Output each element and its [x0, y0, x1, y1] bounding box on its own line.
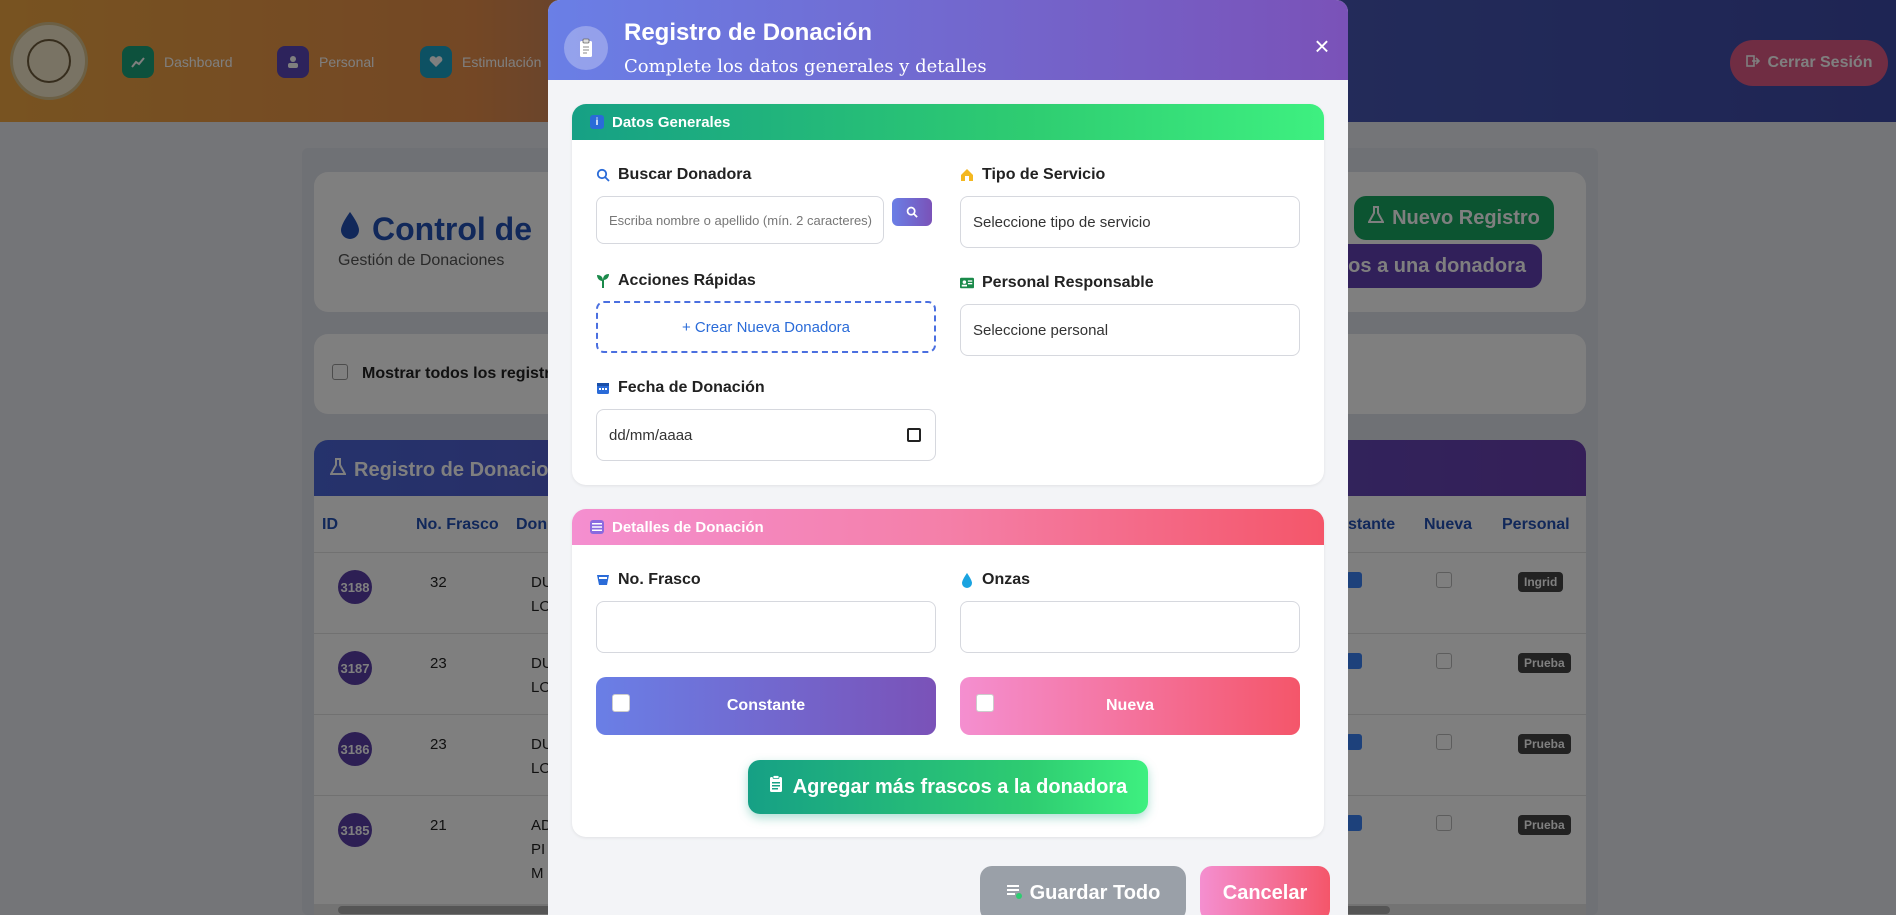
- modal-header: Registro de Donación Complete los datos …: [548, 0, 1348, 80]
- calendar-picker-icon[interactable]: [907, 428, 921, 442]
- staff-responsible-select[interactable]: Seleccione personal: [960, 304, 1300, 356]
- general-data-heading: i Datos Generales: [572, 104, 1324, 140]
- ounces-input[interactable]: [960, 601, 1300, 653]
- donation-date-label: Fecha de Donación: [596, 379, 765, 397]
- constant-checkbox[interactable]: [612, 694, 630, 712]
- drop-icon: [960, 573, 974, 588]
- calendar-icon: [596, 381, 610, 395]
- new-donor-label: Nueva: [1105, 697, 1155, 714]
- seedling-icon: [596, 274, 610, 288]
- bottle-icon: [596, 573, 610, 587]
- modal-title: Registro de Donación: [624, 19, 873, 46]
- new-donor-toggle[interactable]: Nueva: [960, 677, 1300, 735]
- modal-subtitle: Complete los datos generales y detalles: [624, 56, 987, 77]
- service-type-label: Tipo de Servicio: [960, 166, 1105, 184]
- donation-date-input[interactable]: dd/mm/aaaa: [596, 409, 936, 461]
- ounces-label: Onzas: [960, 571, 1030, 589]
- create-new-donor-button[interactable]: + Crear Nueva Donadora: [596, 301, 936, 353]
- constant-label: Constante: [726, 697, 806, 714]
- save-list-icon: [1006, 882, 1022, 905]
- close-icon[interactable]: ×: [1310, 33, 1334, 59]
- home-icon: [960, 168, 974, 182]
- cancel-button[interactable]: Cancelar: [1200, 866, 1330, 915]
- donation-details-heading: Detalles de Donación: [572, 509, 1324, 545]
- add-more-bottles-button[interactable]: Agregar más frascos a la donadora: [748, 760, 1148, 814]
- date-input-value: dd/mm/aaaa: [609, 426, 693, 444]
- search-donor-label: Buscar Donadora: [596, 166, 751, 184]
- id-card-icon: [960, 276, 974, 290]
- service-type-select[interactable]: Seleccione tipo de servicio: [960, 196, 1300, 248]
- search-button[interactable]: [892, 198, 932, 226]
- staff-responsible-label: Personal Responsable: [960, 274, 1154, 292]
- constant-toggle[interactable]: Constante: [596, 677, 936, 735]
- quick-actions-label: Acciones Rápidas: [596, 272, 756, 290]
- bottle-number-label: No. Frasco: [596, 571, 701, 589]
- clipboard-icon: [564, 26, 608, 70]
- bottle-number-input[interactable]: [596, 601, 936, 653]
- search-donor-input[interactable]: Escriba nombre o apellido (mín. 2 caract…: [596, 196, 884, 244]
- donation-modal: Registro de Donación Complete los datos …: [548, 0, 1348, 915]
- general-data-section: i Datos Generales Buscar Donadora Escrib…: [572, 104, 1324, 485]
- search-icon: [596, 168, 610, 182]
- info-icon: i: [590, 115, 604, 129]
- new-donor-checkbox[interactable]: [976, 694, 994, 712]
- list-icon: [590, 520, 604, 534]
- clipboard-list-icon: [769, 775, 783, 799]
- save-all-button[interactable]: Guardar Todo: [980, 866, 1186, 915]
